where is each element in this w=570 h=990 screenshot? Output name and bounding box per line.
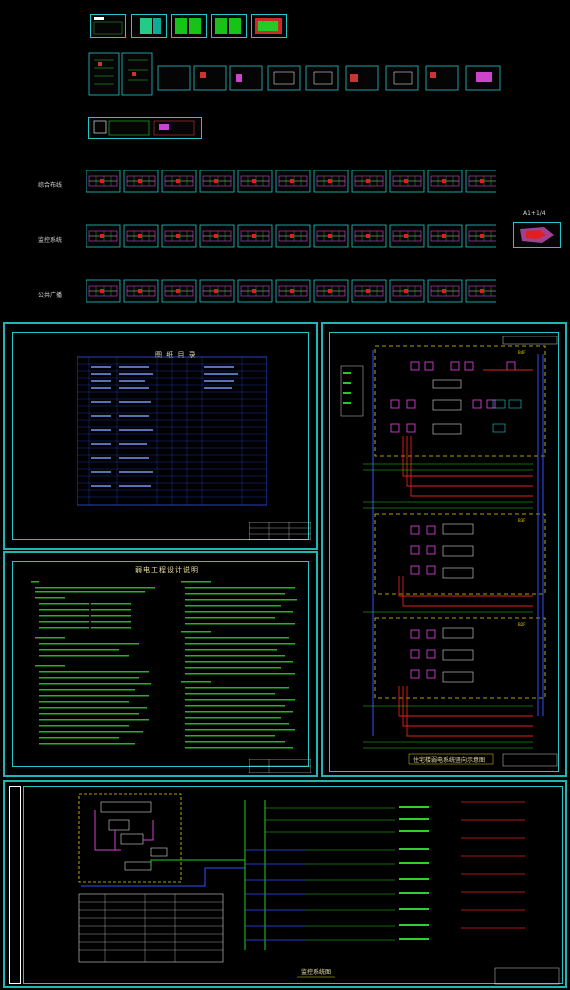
side-strip <box>9 786 21 984</box>
sheet-thumb[interactable] <box>211 14 247 38</box>
riser-title: 住宅楼弱电系统竖向示意图 <box>413 756 485 764</box>
sheet-thumb[interactable] <box>251 14 287 38</box>
scale-note: A1+1/4 <box>523 210 546 217</box>
riser-diagram-sheet: B4F B3F B2F 住宅楼弱电系统竖向示意图 <box>321 322 567 777</box>
sheet-row-2 <box>88 52 508 96</box>
block-label: B3F <box>518 518 526 523</box>
block-label: B4F <box>518 350 526 355</box>
title-block <box>249 522 311 540</box>
row-label-cctv: 监控系统 <box>38 237 63 244</box>
sheet-thumb[interactable] <box>131 14 167 38</box>
riser-diagram: B4F B3F B2F 住宅楼弱电系统竖向示意图 <box>340 336 558 767</box>
cctv-system-sheet: 监控系统图 <box>3 780 567 988</box>
sheet-thumb[interactable] <box>88 117 202 139</box>
drawing-index-sheet: 图 纸 目 录 <box>3 322 318 550</box>
site-plan-thumb[interactable] <box>513 222 561 248</box>
overview-area: 综合布线 监控系统 公共广播 A1+1/4 <box>0 0 570 318</box>
title-block <box>249 759 311 773</box>
row-label-pa: 公共广播 <box>38 292 63 299</box>
block-label: B2F <box>518 622 526 627</box>
floorplan-strips <box>86 170 496 303</box>
cctv-diagram: 监控系统图 <box>78 793 560 985</box>
sheet-thumb[interactable] <box>171 14 207 38</box>
index-table <box>77 356 267 506</box>
design-notes-text <box>31 581 297 749</box>
design-notes-sheet: 弱电工程设计说明 <box>3 551 318 777</box>
row-label-cabling: 综合布线 <box>38 182 63 189</box>
sheet-thumb[interactable] <box>90 14 126 38</box>
design-notes-title: 弱电工程设计说明 <box>135 566 199 574</box>
cctv-title: 监控系统图 <box>301 968 331 976</box>
